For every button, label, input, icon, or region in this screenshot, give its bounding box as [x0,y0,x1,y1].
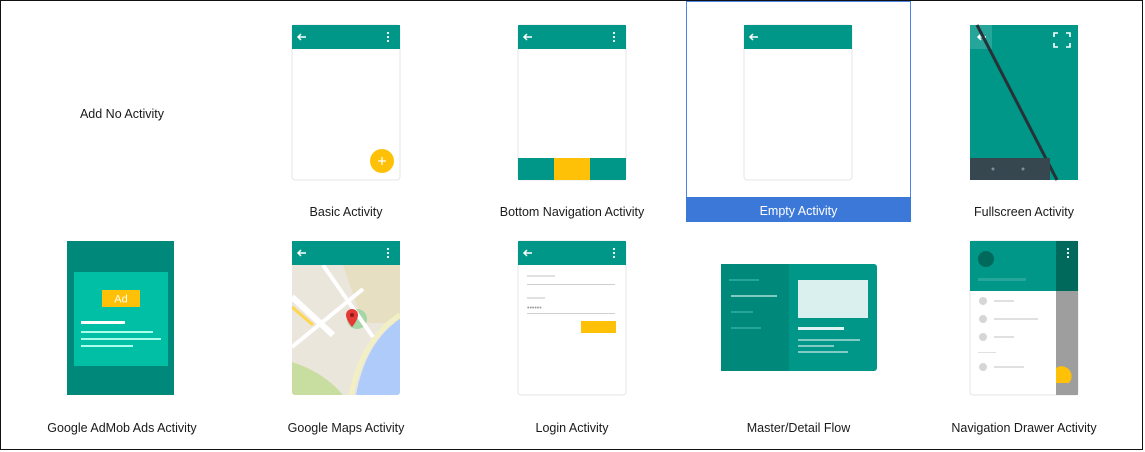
template-label: Bottom Navigation Activity [499,205,645,219]
template-login-activity[interactable]: •••••• Login Activity [459,227,685,445]
more-vert-icon [386,31,390,43]
template-label: Login Activity [535,421,609,435]
maps-preview [292,241,400,395]
template-gallery: Add No Activity Basic Activity Bottom Na… [0,0,1143,450]
template-label: Fullscreen Activity [973,205,1075,219]
empty-activity-preview [743,24,853,181]
bottom-navigation-preview [517,24,627,181]
more-vert-icon [386,247,390,259]
template-google-admob-ads-activity[interactable]: Ad Google AdMob Ads Activity [9,227,235,445]
template-label: Navigation Drawer Activity [951,421,1097,435]
template-bottom-navigation-activity[interactable]: Bottom Navigation Activity [459,1,685,222]
template-label: Google Maps Activity [287,421,405,435]
more-vert-icon [612,31,616,43]
template-basic-activity[interactable]: Basic Activity [233,1,459,222]
template-label: Empty Activity [759,204,838,218]
template-add-no-activity[interactable]: Add No Activity [9,1,235,222]
template-label: Google AdMob Ads Activity [47,421,197,435]
master-detail-preview [721,264,877,371]
template-label: Basic Activity [309,205,383,219]
template-label: Add No Activity [79,107,165,121]
admob-preview: Ad [67,241,174,395]
template-google-maps-activity[interactable]: Google Maps Activity [233,227,459,445]
template-empty-activity[interactable]: Empty Activity [686,1,911,222]
ad-badge-text: Ad [114,294,127,306]
template-fullscreen-activity[interactable]: Fullscreen Activity [911,1,1137,222]
template-label: Master/Detail Flow [746,421,851,435]
login-preview: •••••• [517,240,627,396]
template-master-detail-flow[interactable]: Master/Detail Flow [686,227,911,445]
fullscreen-activity-preview [970,24,1078,181]
basic-activity-preview [291,24,401,181]
password-mask: •••••• [527,305,542,312]
more-vert-icon [1066,247,1070,259]
more-vert-icon [612,247,616,259]
nav-drawer-preview [969,240,1079,396]
template-navigation-drawer-activity[interactable]: Navigation Drawer Activity [911,227,1137,445]
